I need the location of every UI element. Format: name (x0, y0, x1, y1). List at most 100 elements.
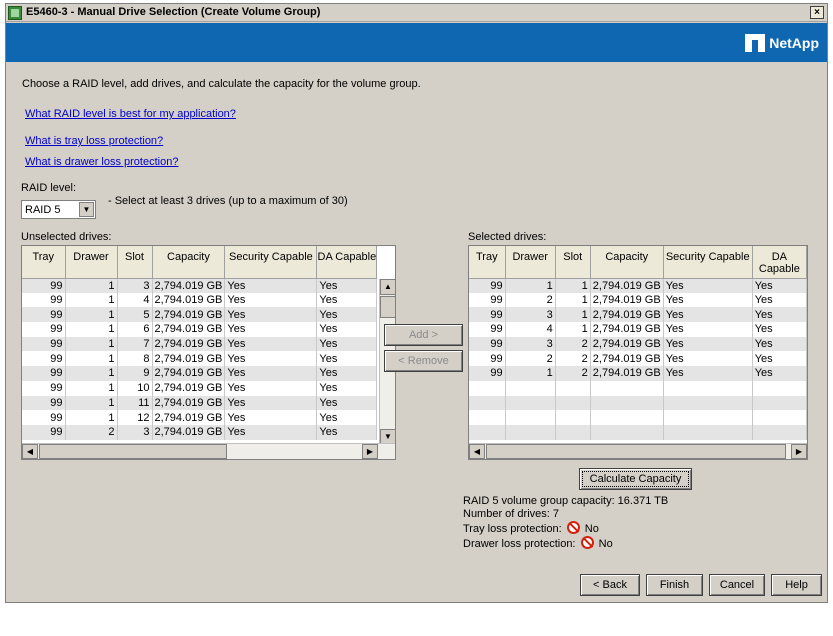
table-cell: Yes (316, 424, 378, 440)
column-header-slot[interactable]: Slot (555, 246, 591, 279)
selected-drives-table[interactable]: Tray Drawer Slot Capacity Security Capab… (468, 245, 808, 460)
drawer-loss-label: Drawer loss protection: (463, 538, 576, 550)
table-row[interactable]: 99 1 9 2,794.019 GB Yes Yes (22, 366, 378, 381)
table-cell: Yes (752, 322, 807, 337)
calculate-capacity-button[interactable]: Calculate Capacity (579, 468, 692, 490)
table-cell: 1 (65, 366, 118, 381)
table-cell (505, 424, 556, 440)
table-cell: Yes (224, 424, 318, 440)
table-cell: 3 (117, 424, 153, 440)
column-header-drawer[interactable]: Drawer (65, 246, 118, 279)
scroll-thumb[interactable] (380, 296, 395, 318)
table-cell: 99 (469, 351, 506, 367)
column-header-tray[interactable]: Tray (22, 246, 66, 279)
table-cell (663, 395, 753, 411)
scroll-left-icon[interactable]: ◀ (22, 444, 38, 459)
horizontal-scrollbar[interactable]: ◀ ▶ (22, 443, 395, 459)
column-header-da-capable[interactable]: DA Capable (752, 246, 807, 279)
table-row[interactable]: 99 3 2 2,794.019 GB Yes Yes (469, 336, 807, 352)
table-cell: 1 (65, 410, 118, 425)
tray-loss-help-link[interactable]: What is tray loss protection? (25, 135, 163, 147)
table-row[interactable]: 99 1 6 2,794.019 GB Yes Yes (22, 322, 378, 337)
finish-button[interactable]: Finish (646, 574, 703, 596)
table-row[interactable]: 99 1 7 2,794.019 GB Yes Yes (22, 336, 378, 352)
unselected-drives-table[interactable]: Tray Drawer Slot Capacity Security Capab… (21, 245, 396, 460)
table-row[interactable]: 99 1 12 2,794.019 GB Yes Yes (22, 410, 378, 425)
table-cell: Yes (752, 307, 807, 323)
raid-level-help-link[interactable]: What RAID level is best for my applicati… (25, 108, 236, 120)
table-cell: Yes (316, 336, 378, 352)
table-row[interactable]: 99 2 2 2,794.019 GB Yes Yes (469, 351, 807, 367)
table-cell: 99 (22, 292, 66, 308)
column-header-security-capable[interactable]: Security Capable (224, 246, 318, 279)
table-row (469, 410, 807, 425)
table-row[interactable]: 99 1 3 2,794.019 GB Yes Yes (22, 278, 378, 293)
scroll-left-icon[interactable]: ◀ (469, 444, 485, 459)
table-row[interactable]: 99 2 1 2,794.019 GB Yes Yes (469, 292, 807, 308)
scroll-right-icon[interactable]: ▶ (362, 444, 378, 459)
drawer-loss-help-link[interactable]: What is drawer loss protection? (25, 156, 178, 168)
scroll-right-icon[interactable]: ▶ (791, 444, 807, 459)
column-header-capacity[interactable]: Capacity (152, 246, 226, 279)
table-cell (555, 380, 591, 396)
table-cell: Yes (316, 278, 378, 293)
table-cell: 2,794.019 GB (590, 278, 664, 293)
table-cell (663, 380, 753, 396)
table-cell: 1 (65, 336, 118, 352)
table-cell: 2,794.019 GB (152, 292, 226, 308)
table-cell (590, 424, 664, 440)
horizontal-scrollbar[interactable]: ◀ ▶ (469, 443, 807, 459)
table-row[interactable]: 99 1 8 2,794.019 GB Yes Yes (22, 351, 378, 367)
table-cell: Yes (224, 336, 318, 352)
table-cell: 2,794.019 GB (590, 322, 664, 337)
chevron-down-icon[interactable]: ▼ (79, 202, 94, 217)
table-row[interactable]: 99 2 3 2,794.019 GB Yes Yes (22, 424, 378, 440)
table-cell: 7 (117, 336, 153, 352)
table-cell: 99 (22, 380, 66, 396)
column-header-slot[interactable]: Slot (117, 246, 153, 279)
table-cell: 2 (555, 366, 591, 381)
table-cell (590, 395, 664, 411)
table-row[interactable]: 99 1 1 2,794.019 GB Yes Yes (469, 278, 807, 293)
table-row[interactable]: 99 1 2 2,794.019 GB Yes Yes (469, 366, 807, 381)
raid-level-select[interactable]: RAID 5 ▼ (21, 200, 96, 219)
column-header-tray[interactable]: Tray (469, 246, 506, 279)
table-cell: Yes (663, 307, 753, 323)
table-cell: Yes (752, 292, 807, 308)
scroll-thumb[interactable] (39, 444, 227, 459)
table-cell: Yes (663, 366, 753, 381)
back-button[interactable]: < Back (580, 574, 640, 596)
close-button[interactable]: × (810, 6, 824, 19)
table-row[interactable]: 99 1 10 2,794.019 GB Yes Yes (22, 380, 378, 396)
column-header-capacity[interactable]: Capacity (590, 246, 664, 279)
column-header-drawer[interactable]: Drawer (505, 246, 556, 279)
table-cell: 2 (505, 351, 556, 367)
table-cell: Yes (316, 351, 378, 367)
help-button[interactable]: Help (771, 574, 822, 596)
table-cell: Yes (663, 292, 753, 308)
column-header-da-capable[interactable]: DA Capable (316, 246, 378, 279)
table-row (469, 395, 807, 411)
cancel-button[interactable]: Cancel (709, 574, 765, 596)
column-header-security-capable[interactable]: Security Capable (663, 246, 753, 279)
scroll-up-icon[interactable]: ▲ (380, 279, 395, 295)
table-cell: 4 (505, 322, 556, 337)
tray-loss-status: Tray loss protection: No (463, 521, 599, 535)
table-cell: 1 (505, 278, 556, 293)
scroll-thumb[interactable] (486, 444, 786, 459)
table-row[interactable]: 99 1 5 2,794.019 GB Yes Yes (22, 307, 378, 323)
remove-button[interactable]: < Remove (384, 350, 463, 372)
table-cell: Yes (663, 278, 753, 293)
table-cell: Yes (663, 336, 753, 352)
table-row[interactable]: 99 4 1 2,794.019 GB Yes Yes (469, 322, 807, 337)
table-cell (505, 380, 556, 396)
table-row[interactable]: 99 3 1 2,794.019 GB Yes Yes (469, 307, 807, 323)
add-button[interactable]: Add > (384, 324, 463, 346)
table-cell: 2,794.019 GB (152, 336, 226, 352)
table-row[interactable]: 99 1 4 2,794.019 GB Yes Yes (22, 292, 378, 308)
table-cell (663, 424, 753, 440)
header-banner: NetApp (6, 23, 827, 62)
table-cell: 8 (117, 351, 153, 367)
table-cell: 12 (117, 410, 153, 425)
table-row[interactable]: 99 1 11 2,794.019 GB Yes Yes (22, 395, 378, 411)
